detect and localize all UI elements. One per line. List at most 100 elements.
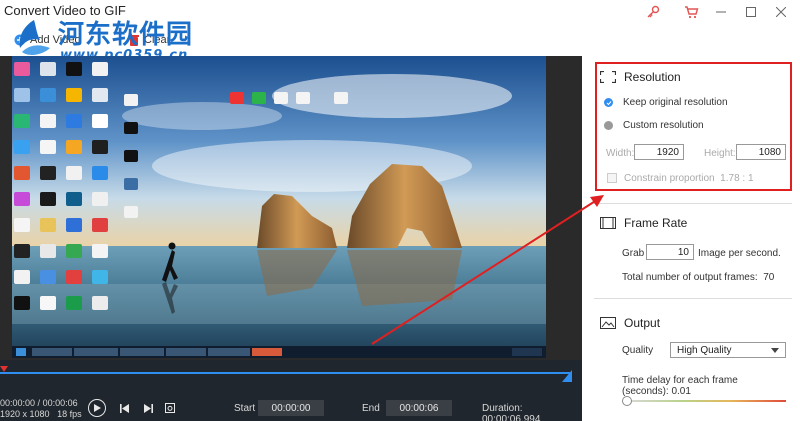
quality-label: Quality [622,345,654,356]
start-time-field[interactable]: 00:00:00 [258,400,324,416]
desktop-app-icon [66,140,82,154]
desktop-app-icon [14,192,30,206]
slider-handle[interactable] [622,396,632,406]
timeline-track[interactable] [0,372,570,374]
video-info: 1920 x 1080 18 fps [0,409,82,419]
start-label: Start [234,403,256,414]
desktop-file-icon [92,296,108,310]
desktop-app-icon [92,270,108,284]
taskbar-item [252,348,282,356]
section-divider [594,203,792,204]
frame-rate-header: Frame Rate [600,216,687,230]
desktop-file-icon [40,140,56,154]
desktop-file-icon [92,114,108,128]
desktop-app-icon [40,270,56,284]
end-time-field[interactable]: 00:00:06 [386,400,452,416]
desktop-file-icon [334,92,348,104]
video-preview-area [0,56,582,360]
delay-text: Time delay for each frame (seconds): 0.0… [622,375,738,397]
film-icon [600,217,616,229]
play-icon [94,404,101,412]
desktop-file-icon [14,218,30,232]
desktop-app-icon [66,192,82,206]
desktop-app-icon [66,114,82,128]
add-video-button[interactable]: Add Video [14,34,81,46]
desktop-app-icon [124,150,138,162]
desktop-app-icon [14,244,30,258]
desktop-file-icon [92,192,108,206]
total-frames-text: Total number of output frames: 70 [622,272,775,283]
desktop-app-icon [14,166,30,180]
window-title: Convert Video to GIF [4,3,126,18]
end-label: End [362,403,380,414]
toolbar: Add Video Clear [0,30,580,52]
next-frame-icon[interactable] [142,402,154,414]
desktop-file-icon [296,92,310,104]
elapsed-time: 00:00:00 / 00:00:06 [0,398,78,408]
desktop-app-icon [92,218,108,232]
title-bar: Convert Video to GIF [0,0,800,26]
desktop-file-icon [40,62,56,76]
desktop-app-icon [40,218,56,232]
desktop-app-icon [14,296,30,310]
section-divider [594,298,792,299]
minimize-icon[interactable] [706,0,736,24]
desktop-icon-grid [14,62,134,342]
close-icon[interactable] [766,0,796,24]
per-second-label: Image per second. [698,248,781,259]
desktop-file-icon [124,94,138,106]
desktop-app-icon [14,62,30,76]
desktop-app-icon [252,92,266,104]
add-icon [14,34,26,46]
clear-label: Clear [144,34,171,46]
timeline[interactable] [0,366,572,382]
quality-select[interactable]: High Quality [670,342,786,358]
start-icon [16,348,26,356]
desktop-app-icon [66,296,82,310]
desktop-app-icon [40,192,56,206]
taskbar-item [208,348,250,356]
desktop-file-icon [40,244,56,258]
taskbar-item [120,348,164,356]
desktop-app-icon [230,92,244,104]
desktop-app-icon [66,62,82,76]
cart-icon[interactable] [680,2,702,22]
grab-label: Grab [622,248,645,259]
quality-value: High Quality [677,344,732,356]
trash-icon [128,34,140,46]
maximize-icon[interactable] [736,0,766,24]
resolution-highlight-box [595,62,792,191]
grab-field[interactable] [646,244,694,260]
desktop-app-icon [14,114,30,128]
desktop-app-icon [124,178,138,190]
desktop-app-icon [66,218,82,232]
desktop-app-icon [124,122,138,134]
clear-button[interactable]: Clear [128,34,170,46]
slider-track[interactable] [626,400,786,402]
previous-frame-icon[interactable] [118,402,130,414]
desktop-taskbar [12,346,546,358]
play-button[interactable] [88,399,106,417]
desktop-file-icon [40,296,56,310]
desktop-file-icon [66,166,82,180]
desktop-app-icon [66,244,82,258]
key-icon[interactable] [642,2,664,22]
frame-rate-title: Frame Rate [624,216,688,230]
desktop-app-icon [14,88,30,102]
taskbar-item [74,348,118,356]
delay-slider[interactable] [622,396,788,406]
desktop-app-icon [66,88,82,102]
desktop-file-icon [274,92,288,104]
desktop-file-icon [14,270,30,284]
duration-text: Duration: 00:00:06.994 [482,403,541,421]
add-video-label: Add Video [30,34,81,46]
desktop-file-icon [40,114,56,128]
snapshot-icon[interactable] [164,402,176,414]
desktop-app-icon [92,166,108,180]
desktop-app-icon [40,88,56,102]
desktop-file-icon [92,244,108,258]
taskbar-item [166,348,206,356]
playback-controls: 00:00:00 / 00:00:06 1920 x 1080 18 fps S… [0,360,582,421]
desktop-app-icon [40,166,56,180]
start-marker[interactable] [0,366,8,372]
